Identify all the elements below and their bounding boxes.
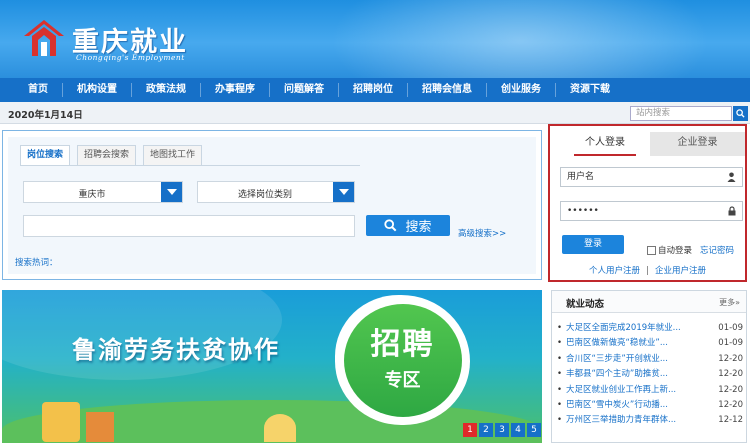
promo-banner[interactable]: 鲁渝劳务扶贫协作 招聘 专区 <box>2 290 542 443</box>
house-illustration <box>264 414 296 442</box>
house-illustration <box>86 412 114 442</box>
site-subtitle: Chongqing's Employment <box>76 53 185 62</box>
main-nav: 首页 机构设置 政策法规 办事程序 问题解答 招聘岗位 招聘会信息 创业服务 资… <box>0 78 750 102</box>
tab-personal-login[interactable]: 个人登录 <box>560 132 650 156</box>
banner-headline: 鲁渝劳务扶贫协作 <box>72 336 280 364</box>
news-more-link[interactable]: 更多» <box>719 297 740 308</box>
nav-item-job-fairs[interactable]: 招聘会信息 <box>408 83 487 97</box>
site-logo-icon[interactable] <box>22 18 66 58</box>
news-title: 就业动态 <box>566 299 605 310</box>
login-tabs: 个人登录 企业登录 <box>560 132 745 156</box>
site-search-button[interactable] <box>733 106 748 121</box>
job-category-select[interactable]: 选择岗位类别 <box>197 181 355 203</box>
news-item-date: 01-09 <box>718 338 743 349</box>
list-item[interactable]: 大足区就业创业工作再上新... 12-20 <box>557 383 743 398</box>
badge-main-text: 招聘 <box>370 327 435 362</box>
tab-job-search[interactable]: 岗位搜索 <box>20 145 71 166</box>
list-item[interactable]: 巴南区“雪中炭火”行动播... 12-20 <box>557 398 743 413</box>
register-company-link[interactable]: 企业用户注册 <box>655 266 706 276</box>
nav-item-organization[interactable]: 机构设置 <box>63 83 132 97</box>
job-search-button-label: 搜索 <box>405 220 432 235</box>
username-field[interactable]: 用户名 <box>560 167 743 187</box>
nav-item-procedures[interactable]: 办事程序 <box>201 83 270 97</box>
password-field[interactable]: •••••• <box>560 201 743 221</box>
site-header: 重庆就业 Chongqing's Employment <box>0 0 750 78</box>
tab-company-login[interactable]: 企业登录 <box>650 132 745 156</box>
chevron-down-icon[interactable] <box>161 182 182 202</box>
banner-page-1[interactable]: 1 <box>463 423 477 437</box>
advanced-search-link[interactable]: 高级搜索>> <box>458 227 506 239</box>
house-illustration <box>42 402 80 442</box>
list-item[interactable]: 合川区“三步走”开创就业... 12-20 <box>557 352 743 367</box>
forgot-password-link[interactable]: 忘记密码 <box>700 244 734 256</box>
user-icon <box>727 172 736 182</box>
banner-page-4[interactable]: 4 <box>511 423 525 437</box>
tab-map-job-search[interactable]: 地图找工作 <box>143 145 203 165</box>
news-item-title[interactable]: 大足区就业创业工作再上新... <box>557 383 711 398</box>
nav-item-policies[interactable]: 政策法规 <box>132 83 201 97</box>
employment-news-panel: 就业动态 更多» 大足区全面完成2019年就业... 01-09 巴南区做新做亮“… <box>551 290 747 443</box>
nav-item-faq[interactable]: 问题解答 <box>270 83 339 97</box>
nav-item-entrepreneurship[interactable]: 创业服务 <box>487 83 556 97</box>
password-value: •••••• <box>567 206 599 216</box>
banner-page-5[interactable]: 5 <box>527 423 541 437</box>
news-item-date: 01-09 <box>718 323 743 333</box>
news-list: 大足区全面完成2019年就业... 01-09 巴南区做新做亮“稳就业”... 01… <box>557 321 743 429</box>
city-select[interactable]: 重庆市 <box>23 181 183 203</box>
recruitment-badge-inner: 招聘 专区 <box>343 303 462 417</box>
checkbox-box[interactable] <box>647 245 656 255</box>
news-item-date: 12-20 <box>718 369 743 380</box>
news-item-title[interactable]: 大足区全面完成2019年就业... <box>557 321 711 336</box>
news-item-date: 12-12 <box>718 415 743 426</box>
register-separator: | <box>646 266 649 276</box>
search-icon <box>384 219 397 232</box>
news-item-title[interactable]: 合川区“三步走”开创就业... <box>557 352 711 367</box>
nav-item-jobs[interactable]: 招聘岗位 <box>339 83 408 97</box>
search-icon <box>736 109 745 118</box>
news-item-title[interactable]: 巴南区做新做亮“稳就业”... <box>557 336 711 351</box>
news-item-title[interactable]: 丰都县“四个主动”助推贫... <box>557 367 711 382</box>
list-item[interactable]: 万州区三举措助力青年群体... 12-12 <box>557 413 743 428</box>
banner-pager: 1 2 3 4 5 <box>463 423 541 437</box>
auto-login-label: 自动登录 <box>658 246 693 256</box>
recruitment-badge: 招聘 专区 <box>335 295 470 425</box>
username-value: 用户名 <box>567 172 595 182</box>
chevron-down-icon[interactable] <box>333 182 354 202</box>
news-header: 就业动态 更多» <box>552 291 746 313</box>
lock-icon <box>728 206 736 216</box>
register-personal-link[interactable]: 个人用户注册 <box>589 266 640 276</box>
current-date: 2020年1月14日 <box>8 110 83 121</box>
job-search-button[interactable]: 搜索 <box>366 215 450 236</box>
banner-page-3[interactable]: 3 <box>495 423 509 437</box>
tab-job-fair-search[interactable]: 招聘会搜索 <box>77 145 137 165</box>
site-search-input[interactable]: 站内搜索 <box>630 106 732 121</box>
list-item[interactable]: 大足区全面完成2019年就业... 01-09 <box>557 321 743 336</box>
city-select-value: 重庆市 <box>78 190 106 200</box>
login-button[interactable]: 登录 <box>562 235 624 254</box>
news-item-title[interactable]: 万州区三举措助力青年群体... <box>557 413 711 428</box>
news-item-date: 12-20 <box>718 353 743 364</box>
hot-search-label: 搜索热词： <box>15 258 58 268</box>
list-item[interactable]: 丰都县“四个主动”助推贫... 12-20 <box>557 367 743 382</box>
news-item-title[interactable]: 巴南区“雪中炭火”行动播... <box>557 398 711 413</box>
banner-page-2[interactable]: 2 <box>479 423 493 437</box>
nav-item-downloads[interactable]: 资源下载 <box>556 83 624 97</box>
register-links: 个人用户注册 | 企业用户注册 <box>550 264 745 276</box>
job-category-select-value: 选择岗位类别 <box>237 190 292 200</box>
job-search-inner: 岗位搜索 招聘会搜索 地图找工作 重庆市 选择岗位类别 搜索 高级搜索>> 搜索… <box>8 137 536 274</box>
auto-login-checkbox[interactable]: 自动登录 <box>647 244 692 256</box>
login-panel: 个人登录 企业登录 用户名 •••••• 登录 自动登录 忘记密码 个人用户注册… <box>548 124 747 282</box>
nav-item-home[interactable]: 首页 <box>14 83 63 97</box>
list-item[interactable]: 巴南区做新做亮“稳就业”... 01-09 <box>557 336 743 351</box>
header-background-glow <box>330 0 710 78</box>
date-bar: 2020年1月14日 站内搜索 <box>0 102 750 124</box>
news-item-date: 12-20 <box>718 384 743 395</box>
job-search-panel: 岗位搜索 招聘会搜索 地图找工作 重庆市 选择岗位类别 搜索 高级搜索>> 搜索… <box>2 130 542 280</box>
badge-sub-text: 专区 <box>384 370 421 391</box>
tab-divider <box>20 165 360 166</box>
job-keyword-input[interactable] <box>23 215 355 237</box>
active-tab-indicator <box>574 154 636 156</box>
news-item-date: 12-20 <box>718 399 743 410</box>
